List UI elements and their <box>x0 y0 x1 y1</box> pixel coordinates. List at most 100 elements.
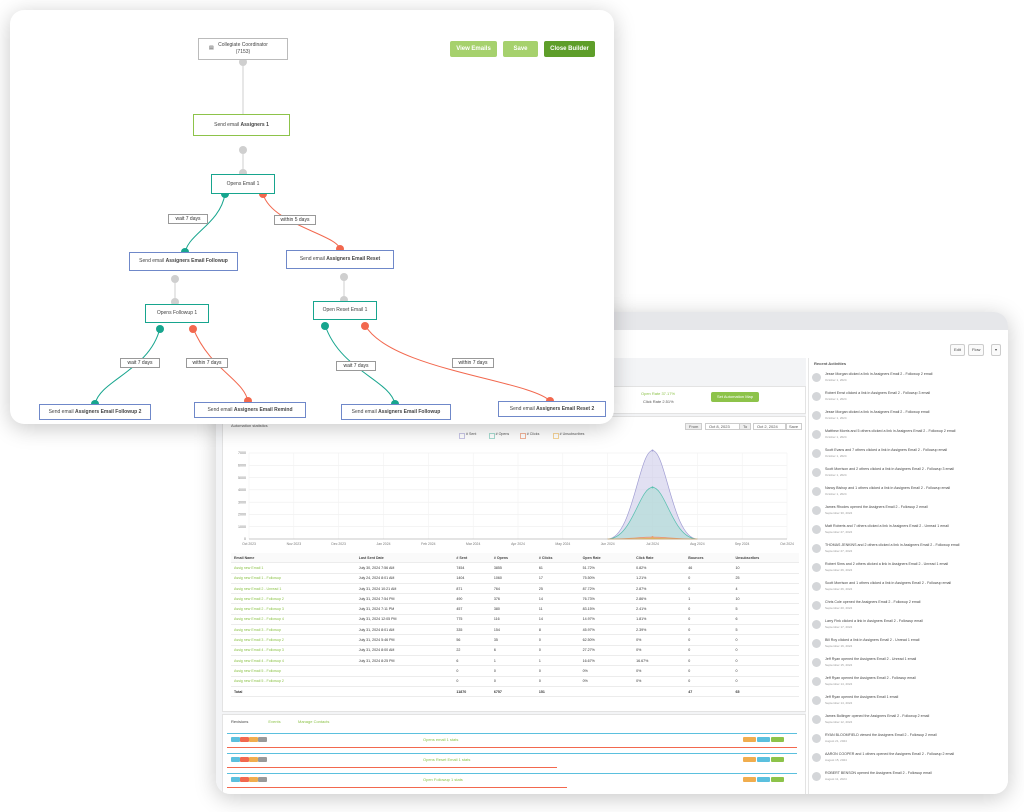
activity-item[interactable]: Matthew Morris and 5 others clicked a li… <box>812 429 1002 447</box>
date-to-input[interactable]: Oct 2, 2024 <box>753 423 787 430</box>
trigger-node[interactable]: ▤ Collegiate Coordinator (7153) <box>198 38 288 60</box>
condition-within-7-days-b[interactable]: within 7 days <box>452 358 494 368</box>
edit-button[interactable]: Edit <box>950 344 965 356</box>
chevron-down-icon[interactable]: ▾ <box>991 344 1002 356</box>
table-cell: 0 <box>535 645 580 656</box>
node-prefix: Send email <box>351 409 377 415</box>
activity-item[interactable]: Chris Cole opened the Assigners Email 2 … <box>812 600 1002 618</box>
table-cell: 4 <box>732 583 799 595</box>
revision-label[interactable]: Open Followup 1 stats <box>423 777 463 782</box>
email-name-link[interactable]: Assig new Email 5 - Followup <box>231 665 356 677</box>
opens-email-1-node[interactable]: Opens Email 1 <box>211 174 275 194</box>
table-header[interactable]: Unsubscribes <box>732 553 799 564</box>
x-tick-label: Aug 2024 <box>690 542 705 546</box>
node-email-name: Assigners 1 <box>240 122 269 128</box>
activity-item[interactable]: Jeff Ryan opened the Assigners Email 2 -… <box>812 657 1002 675</box>
tab-events[interactable]: Events <box>268 719 280 724</box>
activity-item[interactable]: Robert Ernst clicked a link in Assigners… <box>812 391 1002 409</box>
table-cell <box>355 665 454 677</box>
activity-item[interactable]: Jesse Morgan clicked a link in Assigners… <box>812 372 1002 390</box>
date-go-button[interactable]: Save <box>785 423 803 430</box>
email-name-link[interactable]: Assig new Email 5 - Followup 2 <box>231 676 356 687</box>
table-header[interactable]: # Clicks <box>535 553 580 564</box>
send-email-reset-2-node[interactable]: Send email Assigners Email Reset 2 <box>498 401 606 417</box>
email-name-link[interactable]: Assig new Email 2 - Followup 4 <box>231 614 356 626</box>
email-name-link[interactable]: Assig new Email 4 - Followup 4 <box>231 655 356 667</box>
send-email-followup-b-node[interactable]: Send email Assigners Email Followup <box>341 404 451 420</box>
activity-item[interactable]: Jeff Ryan opened the Assigners Email 2 -… <box>812 676 1002 694</box>
send-email-followup-node[interactable]: Send email Assigners Email Followup <box>129 252 238 271</box>
revision-label[interactable]: Opens email 1 stats <box>423 737 458 742</box>
activity-item[interactable]: RYAN BLOOMFIELD viewed the Assigners Ema… <box>812 733 1002 751</box>
activity-text: THOMAS JENKINS and 2 others clicked a li… <box>825 543 960 547</box>
revision-label[interactable]: Opens Reset Email 1 stats <box>423 757 470 762</box>
avatar <box>812 544 821 553</box>
table-cell: 0% <box>633 634 686 646</box>
table-cell: 1404 <box>453 573 491 584</box>
tab-manage-contacts[interactable]: Manage Contacts <box>298 719 329 724</box>
table-header[interactable]: Bounces <box>685 553 733 564</box>
table-cell: 11 <box>535 603 580 615</box>
table-row: Assig new Email 4 - Followup 4 July 31, 2… <box>231 655 799 667</box>
activity-item[interactable]: Scott Morrison and 1 others clicked a li… <box>812 581 1002 599</box>
table-header[interactable]: Last Sent Date <box>355 553 454 564</box>
table-header[interactable]: # Opens <box>490 553 536 564</box>
activity-item[interactable]: Jesse Morgan clicked a link in Assigners… <box>812 410 1002 428</box>
condition-wait-7-days[interactable]: wait 7 days <box>168 214 208 224</box>
condition-within-7-days-a[interactable]: within 7 days <box>186 358 228 368</box>
activity-item[interactable]: THOMAS JENKINS and 2 others clicked a li… <box>812 543 1002 561</box>
table-cell <box>355 686 454 698</box>
send-email-remind-node[interactable]: Send email Assigners Email Remind <box>194 402 306 418</box>
activity-item[interactable]: AARON COOPER and 1 others opened the Ass… <box>812 752 1002 770</box>
email-name-link[interactable]: Assig new Email 4 - Followup 3 <box>231 645 356 656</box>
activity-item[interactable]: James Bollinger opened the Assigners Ema… <box>812 714 1002 732</box>
activity-item[interactable]: Scott Morrison and 2 others clicked a li… <box>812 467 1002 485</box>
date-to-label: To <box>739 423 752 430</box>
condition-wait-7-days-c[interactable]: wait 7 days <box>336 361 376 371</box>
table-header[interactable]: Click Rate <box>633 553 686 564</box>
email-name-link[interactable]: Assig new Email 2 - Unread 1 <box>231 583 356 595</box>
activity-text: Nancy Bishop and 1 others clicked a link… <box>825 486 951 490</box>
close-builder-button[interactable]: Close Builder <box>544 41 595 57</box>
condition-within-5-days[interactable]: within 5 days <box>274 215 316 225</box>
activity-item[interactable]: ROBERT BENSON opened the Assigners Email… <box>812 771 1002 789</box>
tab-revisions[interactable]: Revisions <box>231 719 248 724</box>
table-header[interactable]: # Sent <box>453 553 491 564</box>
set-automation-map-button[interactable]: Set Automation Map <box>711 392 759 402</box>
send-email-reset-node[interactable]: Send email Assigners Email Reset <box>286 250 394 269</box>
activity-item[interactable]: Bill Roy clicked a link in Assigners Ema… <box>812 638 1002 656</box>
activity-item[interactable]: Robert Sims and 2 others clicked a link … <box>812 562 1002 580</box>
table-header[interactable]: Email Name <box>231 553 356 564</box>
email-name-link[interactable]: Assig new Email 3 - Followup 2 <box>231 634 356 646</box>
activity-item[interactable]: James Rhodes opened the Assigners Email … <box>812 505 1002 523</box>
activity-date: August 21, 2024 <box>825 739 847 743</box>
activity-item[interactable]: Larry Fink clicked a link in Assigners E… <box>812 619 1002 637</box>
email-name-link[interactable]: Assig new Email 1 - Followup <box>231 573 356 584</box>
view-emails-button[interactable]: View Emails <box>450 41 497 57</box>
table-cell: 0 <box>732 665 799 677</box>
email-name-link[interactable]: Assig new Email 2 - Followup 3 <box>231 603 356 615</box>
activity-text: Larry Fink clicked a link in Assigners E… <box>825 619 923 623</box>
activity-text: Matt Roberts and 7 others clicked a link… <box>825 524 949 528</box>
email-name-link[interactable]: Assig new Email 1 <box>231 562 356 574</box>
send-email-assigners-1-node[interactable]: Send email Assigners 1 <box>193 114 290 136</box>
save-button[interactable]: Save <box>503 41 538 57</box>
email-name-link[interactable]: Assig new Email 3 - Followup <box>231 624 356 636</box>
opens-followup-1-node[interactable]: Opens Followup 1 <box>145 304 209 323</box>
date-from-input[interactable]: Oct 8, 2023 <box>705 423 741 430</box>
activity-item[interactable]: Matt Roberts and 7 others clicked a link… <box>812 524 1002 542</box>
table-header[interactable]: Open Rate <box>579 553 634 564</box>
table-cell: 0 <box>732 676 799 687</box>
activity-item[interactable]: Nancy Bishop and 1 others clicked a link… <box>812 486 1002 504</box>
table-cell: 87.72% <box>579 583 634 595</box>
table-cell: 0 <box>685 603 733 615</box>
activity-text: James Rhodes opened the Assigners Email … <box>825 505 928 509</box>
condition-wait-7-days-b[interactable]: wait 7 days <box>120 358 160 368</box>
email-name-link[interactable]: Assig new Email 2 - Followup 2 <box>231 593 356 605</box>
flow-button[interactable]: Flow <box>968 344 985 356</box>
activity-item[interactable]: Jeff Ryan opened the Assigners Email 1 e… <box>812 695 1002 713</box>
open-reset-email-1-node[interactable]: Open Reset Email 1 <box>313 301 377 320</box>
x-tick-label: Feb 2024 <box>421 542 435 546</box>
send-email-followup-2-node[interactable]: Send email Assigners Email Followup 2 <box>39 404 151 420</box>
activity-item[interactable]: Scott Evans and 7 others clicked a link … <box>812 448 1002 466</box>
